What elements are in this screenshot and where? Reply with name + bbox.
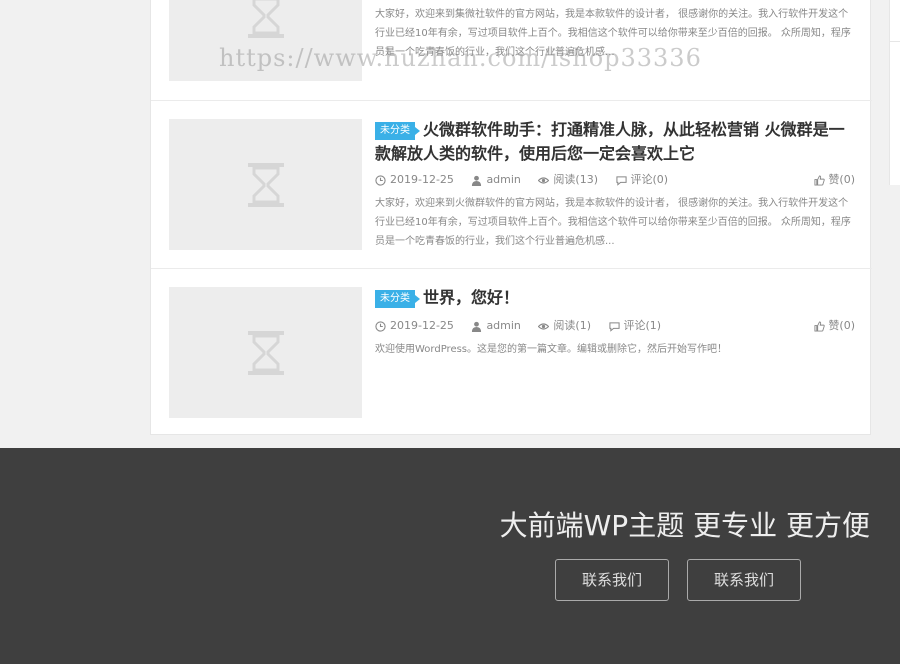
post-title-row: 未分类 世界，您好！	[375, 286, 855, 310]
post-title[interactable]: 火微群软件助手：打通精准人脉，从此轻松营销 火微群是一款解放人类的软件，使用后您…	[375, 120, 845, 163]
post-title[interactable]: 世界，您好！	[423, 288, 519, 307]
eye-icon	[538, 322, 550, 330]
post-excerpt: 大家好，欢迎来到火微群软件的官方网站，我是本款软件的设计者， 很感谢你的关注。我…	[375, 198, 851, 247]
post-meta: 2019-12-25 admin 阅读(13) 评论(0) 赞(0)	[375, 172, 855, 188]
clock-icon	[375, 174, 386, 186]
thumbs-up-icon	[814, 320, 826, 332]
eye-icon	[538, 176, 550, 184]
page: 大家好，欢迎来到集微社软件的官方网站，我是本款软件的设计者， 很感谢你的关注。我…	[0, 0, 900, 664]
user-icon	[472, 175, 482, 186]
watermark: https://www.huzhan.com/ishop33336	[219, 44, 702, 72]
category-badge[interactable]: 未分类	[375, 290, 420, 308]
post-reads: 阅读(1)	[538, 318, 591, 334]
comment-icon	[615, 175, 627, 186]
post-author[interactable]: admin	[471, 172, 521, 188]
post-reads: 阅读(13)	[538, 172, 598, 188]
post-title-row: 未分类 火微群软件助手：打通精准人脉，从此轻松营销 火微群是一款解放人类的软件，使…	[375, 118, 855, 166]
post-thumbnail[interactable]	[169, 287, 362, 418]
clock-icon	[375, 320, 386, 332]
divider	[890, 41, 900, 42]
like-button[interactable]: 赞(0)	[814, 172, 855, 188]
footer-slogan: 大前端WP主题 更专业 更方便	[499, 509, 870, 542]
hourglass-icon	[247, 330, 284, 375]
like-button[interactable]: 赞(0)	[814, 318, 855, 334]
footer: 大前端WP主题 更专业 更方便 联系我们 联系我们	[0, 448, 900, 664]
post-item: 未分类 世界，您好！ 2019-12-25 admin 阅读(1) 评论(1) …	[151, 268, 872, 435]
post-meta: 2019-12-25 admin 阅读(1) 评论(1) 赞(0)	[375, 318, 855, 334]
post-comments[interactable]: 评论(0)	[615, 172, 668, 188]
post-comments[interactable]: 评论(1)	[608, 318, 661, 334]
hourglass-icon	[247, 0, 284, 38]
sidebar-widget-edge	[889, 0, 900, 185]
contact-us-button[interactable]: 联系我们	[687, 559, 801, 601]
comment-icon	[608, 321, 620, 332]
post-author[interactable]: admin	[471, 318, 521, 334]
post-item: 未分类 火微群软件助手：打通精准人脉，从此轻松营销 火微群是一款解放人类的软件，使…	[151, 100, 872, 268]
hourglass-icon	[247, 162, 284, 207]
thumbs-up-icon	[814, 174, 826, 186]
contact-us-button[interactable]: 联系我们	[555, 559, 669, 601]
post-excerpt: 欢迎使用WordPress。这是您的第一篇文章。编辑或删除它，然后开始写作吧！	[375, 344, 728, 355]
user-icon	[472, 321, 482, 332]
post-thumbnail[interactable]	[169, 119, 362, 250]
category-badge[interactable]: 未分类	[375, 122, 420, 140]
post-date: 2019-12-25	[375, 172, 454, 188]
post-date: 2019-12-25	[375, 318, 454, 334]
